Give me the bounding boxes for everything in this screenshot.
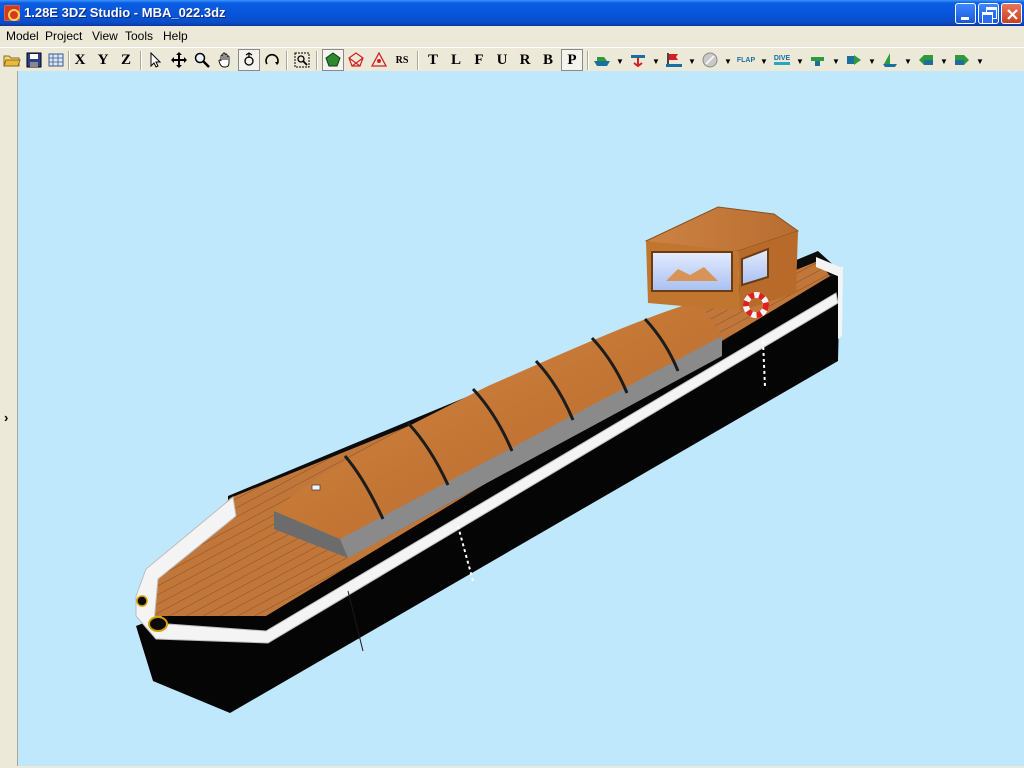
vertex-red-icon (371, 52, 387, 67)
zoom-button[interactable] (191, 49, 213, 71)
zoom-magnifier-icon (194, 52, 210, 68)
main-toolbar: X Y Z RS T L F U R B P ▼ ▼ ▼ ▼ FLAP ▼ DI… (0, 47, 1024, 71)
dropdown-arrow-icon[interactable]: ▼ (652, 57, 660, 66)
dropdown-arrow-icon[interactable]: ▼ (760, 57, 768, 66)
3d-viewport[interactable] (18, 71, 1024, 766)
open-folder-icon (3, 55, 21, 67)
menu-bar: Model Project View Tools Help (0, 26, 1024, 46)
select-arrow-icon (150, 52, 162, 68)
bow-tool-icon (919, 55, 933, 65)
bow-fender-top (136, 595, 148, 607)
dive-label: DIVE (773, 55, 791, 65)
stern-tool-button[interactable] (951, 49, 973, 71)
view-under-button[interactable]: U (491, 49, 513, 71)
toolbar-separator (587, 51, 589, 70)
dropdown-arrow-icon[interactable]: ▼ (940, 57, 948, 66)
wireframe-red-icon (348, 52, 364, 67)
menu-tools[interactable]: Tools (123, 28, 155, 44)
axis-y-button[interactable]: Y (92, 49, 114, 71)
view-back-button[interactable]: B (537, 49, 559, 71)
sail-tool-icon (883, 53, 897, 67)
anchor-tool-button[interactable] (627, 49, 649, 71)
flag-tool-icon (666, 53, 682, 67)
stern-post (838, 266, 843, 339)
solid-shade-button[interactable] (322, 49, 344, 71)
menu-view[interactable]: View (90, 28, 120, 44)
compass-tool-button[interactable] (699, 49, 721, 71)
close-icon (1007, 9, 1018, 20)
engine-tool-icon (847, 55, 861, 65)
move-cross-icon (171, 52, 187, 68)
gun-tool-icon (811, 57, 824, 66)
orbit-button[interactable] (261, 49, 283, 71)
zoom-extents-button[interactable] (291, 49, 313, 71)
bow-fender (148, 616, 168, 632)
engine-tool-button[interactable] (843, 49, 865, 71)
anchor-tool-icon (631, 55, 645, 68)
gun-tool-button[interactable] (807, 49, 829, 71)
wireframe-button[interactable] (345, 49, 367, 71)
menu-project[interactable]: Project (43, 28, 84, 44)
pan-hand-icon (218, 52, 230, 68)
select-button[interactable] (144, 49, 166, 71)
flag-tool-button[interactable] (663, 49, 685, 71)
grid-icon (48, 53, 64, 67)
grid-button[interactable] (45, 49, 67, 71)
rotate-button[interactable] (238, 49, 260, 71)
pan-button[interactable] (214, 49, 236, 71)
view-perspective-button[interactable]: P (561, 49, 583, 71)
solid-shade-icon (325, 52, 341, 67)
save-disk-icon (26, 52, 42, 68)
view-top-button[interactable]: T (422, 49, 444, 71)
view-right-button[interactable]: R (514, 49, 536, 71)
expand-panel-chevron-icon[interactable]: › (4, 410, 8, 425)
compass-tool-icon (702, 52, 718, 68)
stern-tool-icon (955, 55, 969, 65)
view-left-button[interactable]: L (445, 49, 467, 71)
save-button[interactable] (23, 49, 45, 71)
hatch-vent (311, 484, 321, 491)
barge-model[interactable] (18, 71, 1024, 766)
vertex-button[interactable] (368, 49, 390, 71)
toolbar-separator (286, 51, 288, 70)
menu-help[interactable]: Help (161, 28, 190, 44)
dropdown-arrow-icon[interactable]: ▼ (688, 57, 696, 66)
toolbar-separator (140, 51, 142, 70)
wheelhouse-window (651, 251, 733, 292)
close-button[interactable] (1001, 3, 1022, 24)
minimize-button[interactable] (955, 3, 976, 24)
menu-model[interactable]: Model (4, 28, 41, 44)
dive-tool-button[interactable]: DIVE (771, 49, 793, 71)
dropdown-arrow-icon[interactable]: ▼ (868, 57, 876, 66)
dropdown-arrow-icon[interactable]: ▼ (724, 57, 732, 66)
bow-tool-button[interactable] (915, 49, 937, 71)
dropdown-arrow-icon[interactable]: ▼ (832, 57, 840, 66)
app-icon[interactable] (4, 5, 20, 21)
dropdown-arrow-icon[interactable]: ▼ (976, 57, 984, 66)
hull-tool-button[interactable] (591, 49, 613, 71)
axis-x-button[interactable]: X (69, 49, 91, 71)
rotate-icon (244, 52, 254, 66)
sail-tool-button[interactable] (879, 49, 901, 71)
hull-tool-icon (594, 57, 610, 66)
zoom-extents-icon (294, 52, 310, 68)
window-title: 1.28E 3DZ Studio - MBA_022.3dz (24, 5, 226, 20)
move-button[interactable] (168, 49, 190, 71)
left-panel-strip[interactable]: › (0, 71, 18, 768)
axis-z-button[interactable]: Z (115, 49, 137, 71)
flap-label: FLAP (736, 56, 756, 64)
orbit-icon (265, 53, 279, 65)
dropdown-arrow-icon[interactable]: ▼ (616, 57, 624, 66)
open-button[interactable] (1, 49, 23, 71)
rs-button[interactable]: RS (391, 49, 413, 71)
flap-tool-button[interactable]: FLAP (735, 49, 757, 71)
toolbar-separator (417, 51, 419, 70)
view-front-button[interactable]: F (468, 49, 490, 71)
dropdown-arrow-icon[interactable]: ▼ (904, 57, 912, 66)
dropdown-arrow-icon[interactable]: ▼ (796, 57, 804, 66)
toolbar-separator (316, 51, 318, 70)
title-bar[interactable]: 1.28E 3DZ Studio - MBA_022.3dz (0, 0, 1024, 26)
restore-button[interactable] (978, 3, 999, 24)
